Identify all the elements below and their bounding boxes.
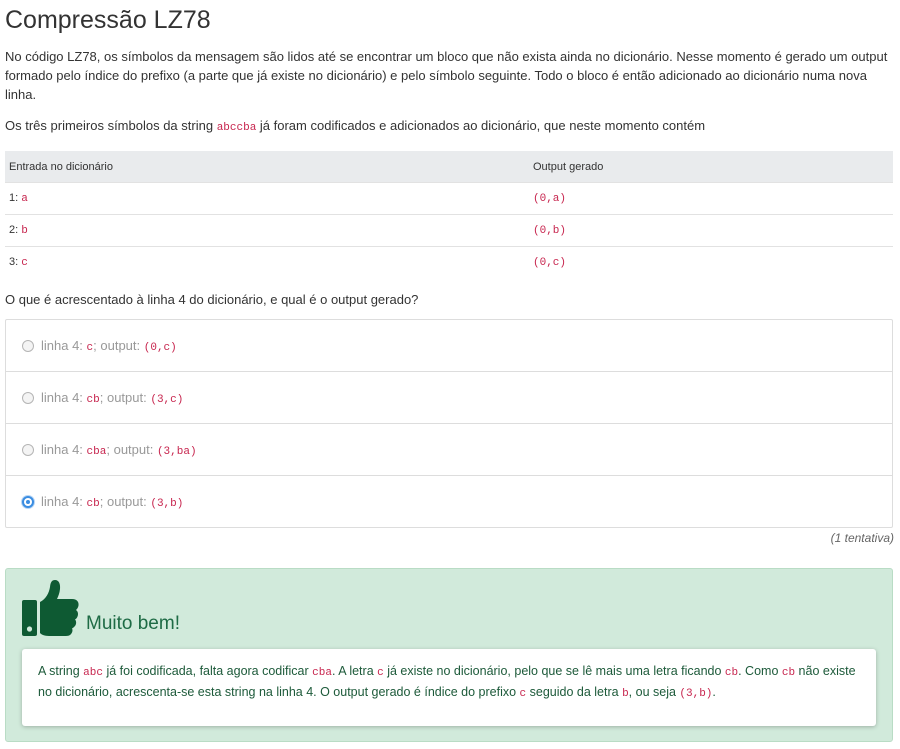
explanation-part: . Como [738, 664, 782, 678]
feedback-title: Muito bem! [86, 613, 180, 634]
table-cell-output: (0,c) [529, 246, 893, 278]
row-output-code: (0,b) [533, 225, 567, 237]
lead-paragraph: Os três primeiros símbolos da string abc… [5, 116, 895, 138]
row-index: 1: [9, 192, 19, 204]
radio-button[interactable] [22, 391, 34, 404]
lead-text-before: Os três primeiros símbolos da string [5, 118, 217, 133]
explanation-part: . A letra [331, 664, 378, 678]
answer-option[interactable]: linha 4: c; output: (0,c) [6, 320, 892, 371]
option-output-code: (3,b) [150, 497, 184, 510]
option-prefix: linha 4: [41, 389, 87, 405]
option-entry-code: cba [86, 445, 107, 458]
explanation-part: A string [38, 664, 84, 678]
answer-option-selected[interactable]: linha 4: cb; output: (3,b) [6, 475, 892, 527]
option-middle: ; output: [106, 441, 157, 457]
explanation-code: c [377, 667, 384, 679]
row-index: 3: [9, 256, 19, 268]
explanation-code: abc [83, 667, 103, 679]
thumbs-up-icon [22, 579, 80, 637]
column-header-output: Output gerado [529, 151, 893, 183]
intro-paragraph: No código LZ78, os símbolos da mensagem … [5, 49, 888, 102]
option-output-code: (3,ba) [156, 445, 197, 458]
answer-option[interactable]: linha 4: cb; output: (3,c) [6, 371, 892, 423]
option-middle: ; output: [99, 493, 151, 509]
radio-button[interactable] [22, 339, 34, 352]
radio-button-selected[interactable] [22, 495, 34, 508]
page-title: Compressão LZ78 [5, 6, 211, 34]
option-entry-code: cb [86, 393, 100, 406]
column-header-entry: Entrada no dicionário [5, 151, 529, 183]
page: Compressão LZ78 No código LZ78, os símbo… [0, 0, 900, 545]
explanation-text: A string abc já foi codificada, falta ag… [38, 664, 856, 700]
table-row: 1: a (0,a) [5, 182, 893, 215]
option-label: linha 4: cba; output: (3,ba) [41, 442, 197, 458]
feedback-explanation: A string abc já foi codificada, falta ag… [22, 649, 876, 726]
option-label: linha 4: cb; output: (3,b) [41, 494, 183, 510]
table-cell-entry: 1: a [5, 182, 529, 215]
option-label: linha 4: cb; output: (3,c) [41, 390, 183, 406]
dictionary-table: Entrada no dicionário Output gerado 1: a… [5, 151, 893, 278]
table-row: 3: c (0,c) [5, 246, 893, 278]
table-cell-output: (0,a) [529, 182, 893, 215]
question-text: O que é acrescentado à linha 4 do dicion… [5, 292, 419, 307]
option-prefix: linha 4: [41, 493, 87, 509]
explanation-code: cb [724, 667, 739, 679]
explanation-part: . [712, 685, 716, 699]
lead-text-after: já foram codificados e adicionados ao di… [256, 118, 706, 133]
option-output-code: (0,c) [143, 341, 177, 354]
table-header-row: Entrada no dicionário Output gerado [5, 151, 893, 183]
answer-option[interactable]: linha 4: cba; output: (3,ba) [6, 423, 892, 475]
answer-options: linha 4: c; output: (0,c) linha 4: cb; o… [5, 319, 893, 528]
option-output-code: (3,c) [150, 393, 184, 406]
option-entry-code: cb [86, 497, 100, 510]
feedback-header: Muito bem! [22, 579, 180, 637]
attempts-counter: (1 tentativa) [830, 531, 894, 545]
radio-button[interactable] [22, 443, 34, 456]
row-entry-code: c [21, 257, 28, 269]
table-cell-entry: 2: b [5, 214, 529, 247]
lead-string-code: abccba [216, 122, 257, 134]
table-cell-output: (0,b) [529, 214, 893, 247]
row-output-code: (0,a) [533, 193, 567, 205]
table-cell-entry: 3: c [5, 246, 529, 278]
row-output-code: (0,c) [533, 257, 567, 269]
option-label: linha 4: c; output: (0,c) [41, 338, 177, 354]
explanation-part: , ou seja [628, 685, 680, 699]
row-index: 2: [9, 224, 19, 236]
option-middle: ; output: [99, 389, 151, 405]
row-entry-code: a [21, 193, 28, 205]
explanation-part: seguido da letra [526, 685, 623, 699]
explanation-code: cba [312, 667, 332, 679]
table-row: 2: b (0,b) [5, 214, 893, 247]
explanation-code: (3,b) [679, 688, 713, 700]
explanation-part: já existe no dicionário, pelo que se lê … [383, 664, 725, 678]
explanation-code: cb [781, 667, 796, 679]
row-entry-code: b [21, 225, 28, 237]
feedback-panel: Muito bem! A string abc já foi codificad… [5, 568, 893, 742]
option-prefix: linha 4: [41, 337, 87, 353]
explanation-code: b [622, 688, 629, 700]
option-middle: ; output: [93, 337, 144, 353]
explanation-part: já foi codificada, falta agora codificar [102, 664, 313, 678]
option-prefix: linha 4: [41, 441, 87, 457]
